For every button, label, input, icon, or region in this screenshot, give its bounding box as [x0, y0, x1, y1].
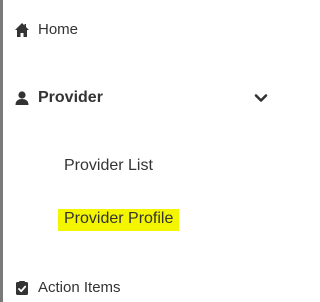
nav-item-provider[interactable]: Provider [0, 89, 281, 107]
nav-subitem-provider-list[interactable]: Provider List [64, 156, 153, 176]
sidebar-nav: Home Provider Provider List Provider Pro… [0, 0, 281, 302]
home-icon [14, 22, 30, 38]
clipboard-icon [14, 280, 30, 296]
nav-item-provider-label: Provider [38, 89, 103, 106]
chevron-down-icon[interactable] [254, 91, 268, 105]
nav-item-action-items[interactable]: Action Items [0, 279, 121, 297]
nav-subitem-provider-profile[interactable]: Provider Profile [58, 209, 180, 231]
nav-item-home[interactable]: Home [0, 21, 78, 39]
nav-item-home-label: Home [38, 21, 79, 38]
user-icon [14, 90, 30, 106]
nav-item-action-items-label: Action Items [38, 279, 121, 296]
